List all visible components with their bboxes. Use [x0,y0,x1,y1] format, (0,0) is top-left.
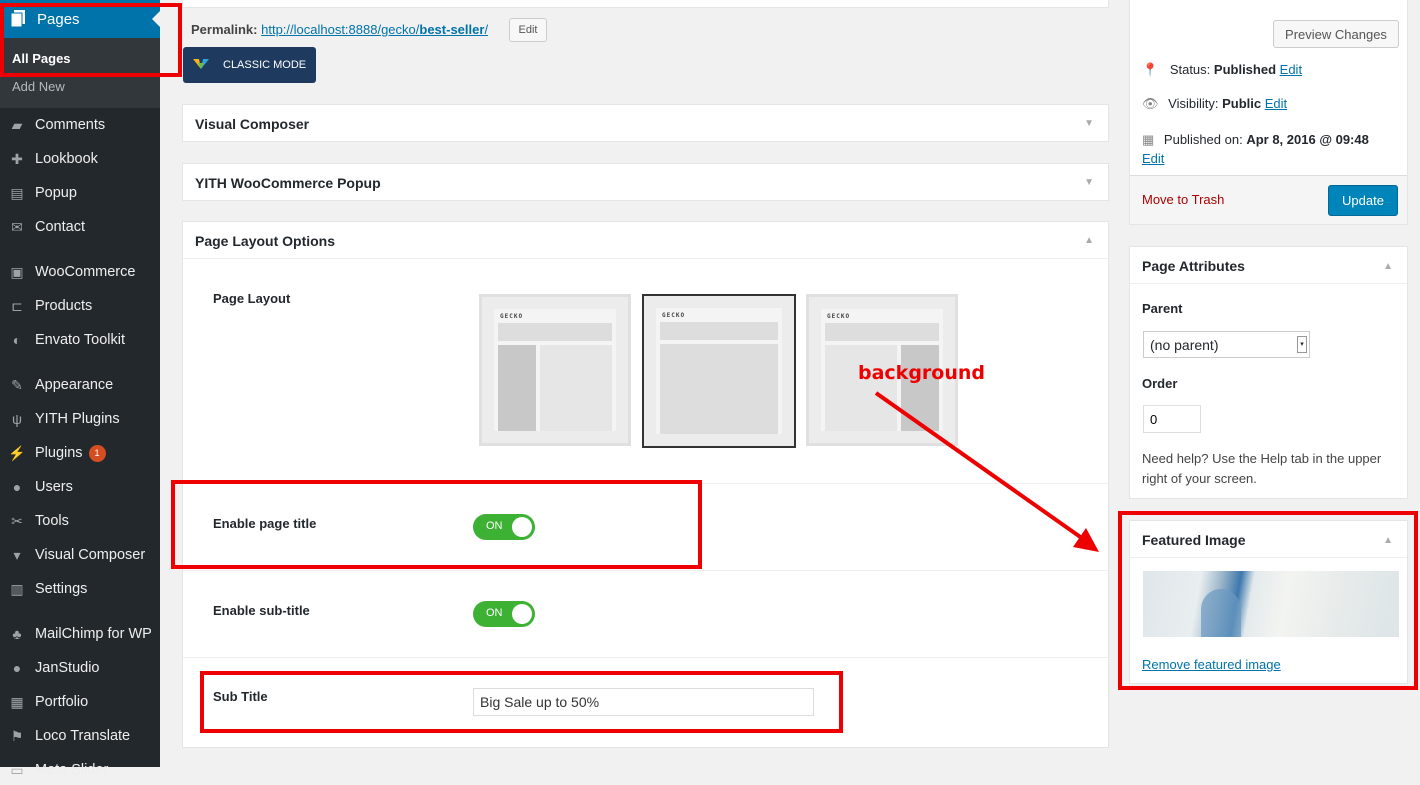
annotation-arrow [874,391,1099,552]
